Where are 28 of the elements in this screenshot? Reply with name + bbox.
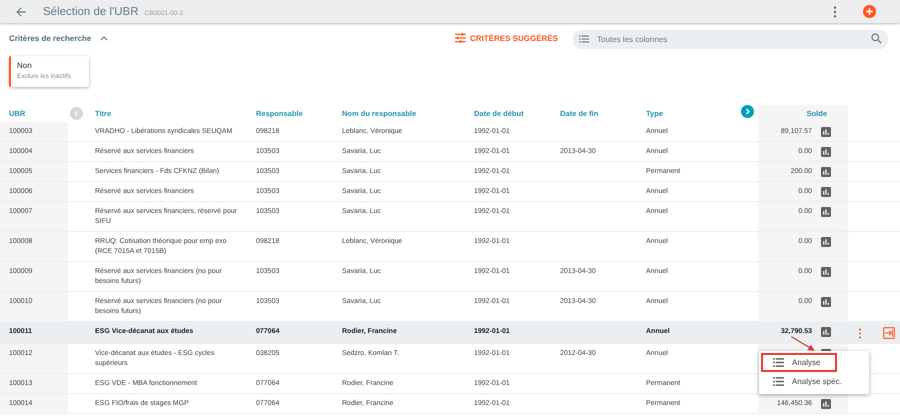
bar-chart-icon[interactable] — [821, 297, 831, 307]
menu-item[interactable]: Analyse — [761, 353, 837, 372]
bar-chart-icon[interactable] — [821, 327, 831, 337]
filter-value: Non — [17, 61, 33, 70]
more-icon[interactable] — [833, 6, 837, 18]
page-title: Sélection de l'UBR — [43, 6, 139, 18]
section-title: Critères de recherche — [9, 34, 92, 42]
more-icon[interactable] — [858, 328, 862, 338]
select-icon[interactable] — [883, 327, 895, 339]
scroll-right-button[interactable] — [741, 105, 754, 118]
sliders-icon — [454, 33, 466, 43]
bar-chart-icon[interactable] — [821, 237, 831, 247]
search-icon[interactable] — [871, 32, 882, 44]
list-icon — [773, 358, 784, 367]
list-icon — [579, 34, 589, 42]
menu-item[interactable]: Analyse spéc. — [761, 372, 867, 391]
bar-chart-icon[interactable] — [821, 207, 831, 217]
list-icon — [773, 377, 784, 386]
bar-chart-icon[interactable] — [821, 399, 831, 409]
bar-chart-icon[interactable] — [821, 147, 831, 157]
add-icon[interactable] — [863, 5, 876, 18]
bar-chart-icon[interactable] — [821, 167, 831, 177]
collapse-icon[interactable] — [100, 36, 108, 40]
bar-chart-icon[interactable] — [821, 267, 831, 277]
bar-chart-icon[interactable] — [821, 187, 831, 197]
search-field[interactable]: Toutes les colonnes — [573, 30, 888, 48]
bar-chart-icon[interactable] — [821, 127, 831, 137]
back-arrow-icon[interactable] — [14, 4, 28, 18]
